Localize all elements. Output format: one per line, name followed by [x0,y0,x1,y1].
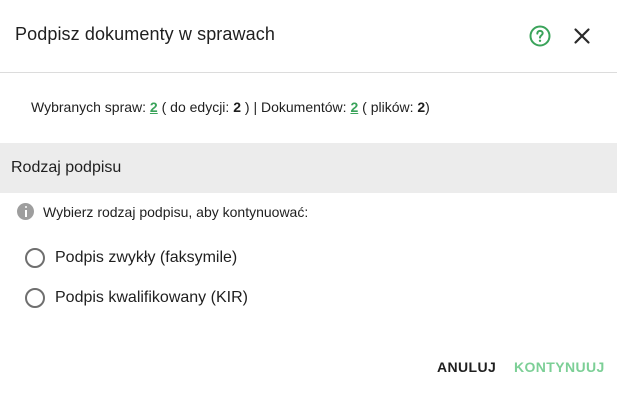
cases-label: Wybranych spraw: [31,99,150,115]
signature-type-section-header: Rodzaj podpisu [0,143,617,193]
dialog-header: Podpisz dokumenty w sprawach [0,0,617,73]
help-circle-icon [529,25,551,47]
info-text: Wybierz rodzaj podpisu, aby kontynuować: [43,204,309,220]
close-button[interactable] [570,24,594,48]
sign-documents-dialog: Podpisz dokumenty w sprawach Wybranych s… [0,0,617,401]
radio-button[interactable] [25,248,45,268]
files-prefix: ( plików: [358,99,418,115]
dialog-title: Podpisz dokumenty w sprawach [15,24,275,44]
radio-label: Podpis kwalifikowany (KIR) [55,289,248,306]
section-title: Rodzaj podpisu [11,159,122,176]
to-edit-prefix: ( do edycji: [157,99,234,115]
to-edit-suffix: ) | Dokumentów: [241,99,351,115]
files-suffix: ) [425,99,430,115]
radio-label: Podpis zwykły (faksymile) [55,249,238,266]
help-button[interactable] [528,24,552,48]
continue-button[interactable]: KONTYNUUJ [514,359,605,375]
to-edit-count: 2 [233,99,241,115]
cases-count-link[interactable]: 2 [150,99,158,115]
radio-button[interactable] [25,288,45,308]
close-icon [574,28,590,44]
selection-summary: Wybranych spraw: 2 ( do edycji: 2 ) | Do… [31,99,430,115]
files-count: 2 [417,99,426,115]
cancel-button[interactable]: ANULUJ [437,359,496,375]
info-icon [17,203,34,220]
